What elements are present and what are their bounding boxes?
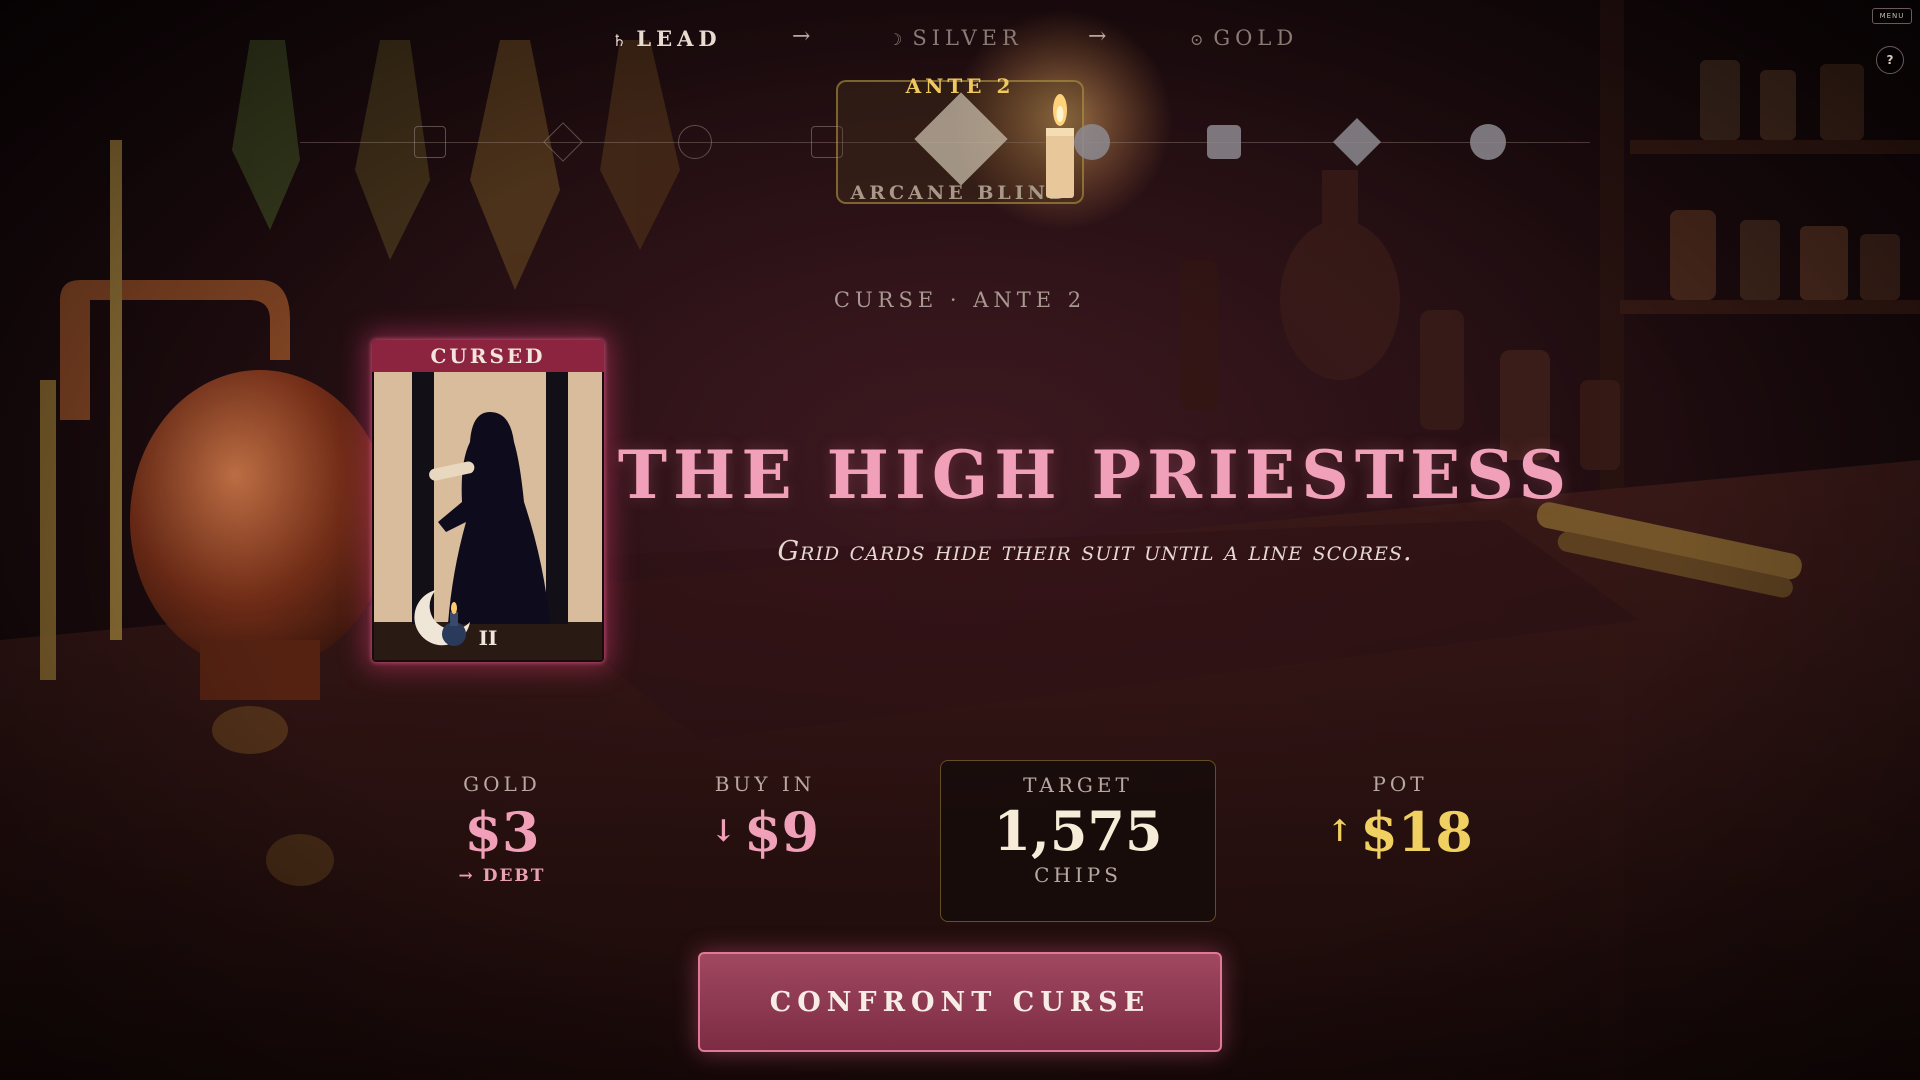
blind-node-circle[interactable]: [1470, 124, 1506, 160]
tier-silver: ☽ SILVER: [888, 26, 1023, 50]
buy-in-stat: BUY IN ↓ $9: [660, 772, 870, 864]
blind-node-square[interactable]: [414, 126, 446, 158]
buy-in-value: $9: [743, 800, 820, 864]
saturn-icon: ♄: [612, 31, 627, 50]
confront-curse-button[interactable]: CONFRONT CURSE: [698, 952, 1222, 1052]
tier-silver-label: SILVER: [912, 26, 1023, 50]
tier-gold-label: GOLD: [1213, 26, 1299, 50]
progression-arrow: →: [792, 24, 811, 49]
down-arrow-icon: ↓: [710, 814, 736, 849]
buy-in-label: BUY IN: [714, 772, 816, 796]
card-banner: CURSED: [372, 340, 604, 372]
curse-description: Grid cards hide their suit until a line …: [777, 536, 1413, 567]
candle-icon: [1046, 94, 1074, 198]
gold-value: $3: [464, 800, 540, 864]
sun-icon: ⊙: [1190, 30, 1204, 49]
target-label: TARGET: [1023, 773, 1133, 797]
tier-lead-label: LEAD: [636, 26, 722, 51]
up-arrow-icon: ↑: [1327, 814, 1353, 849]
blind-node-square[interactable]: [1207, 125, 1241, 159]
pot-label: POT: [1372, 772, 1428, 796]
target-stat: TARGET 1,575 CHIPS: [940, 760, 1216, 922]
curse-title: THE HIGH PRIESTESS: [617, 436, 1573, 514]
current-ante-label: ANTE 2: [905, 74, 1015, 98]
tier-lead: ♄ LEAD: [612, 26, 722, 51]
menu-button[interactable]: MENU: [1872, 8, 1912, 24]
pot-value: $18: [1360, 800, 1473, 864]
pot-stat: POT ↑ $18: [1300, 772, 1500, 864]
help-button[interactable]: ?: [1876, 46, 1904, 74]
gold-debt-note: → DEBT: [458, 866, 546, 886]
moon-icon: ☽: [888, 30, 903, 49]
blind-node-circle[interactable]: [678, 125, 712, 159]
target-unit: CHIPS: [1034, 863, 1122, 887]
curse-subtitle: CURSE · ANTE 2: [833, 288, 1087, 312]
gold-label: GOLD: [463, 772, 541, 796]
target-value: 1,575: [993, 799, 1163, 863]
tarot-card[interactable]: CURSED II: [372, 340, 604, 662]
high-priestess-art: [374, 372, 602, 660]
tier-gold: ⊙ GOLD: [1190, 26, 1298, 50]
card-numeral: II: [478, 626, 498, 650]
progression-arrow: →: [1088, 24, 1107, 49]
gold-stat: GOLD $3 → DEBT: [402, 772, 602, 886]
